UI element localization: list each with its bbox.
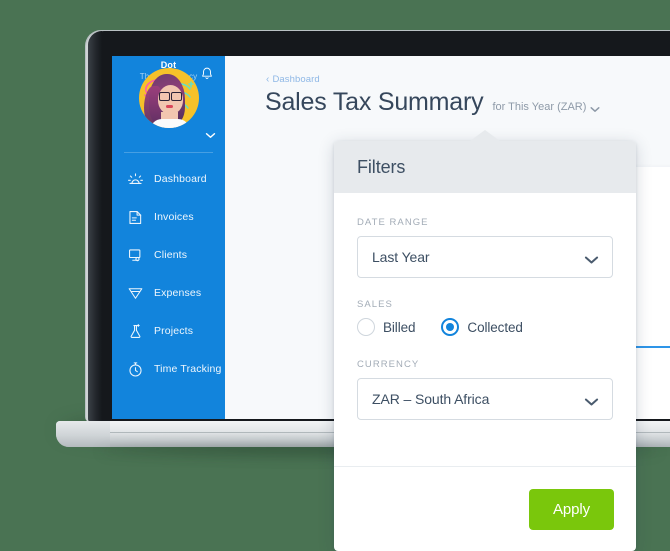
radio-collected-label: Collected <box>467 319 523 335</box>
laptop-lid-edge <box>88 31 102 423</box>
chevron-down-icon[interactable] <box>205 126 216 138</box>
currency-select[interactable]: ZAR – South Africa <box>357 378 613 420</box>
invoice-document-icon <box>126 208 145 227</box>
breadcrumb[interactable]: ‹ Dashboard <box>266 74 320 85</box>
date-range-value: Last Year <box>372 249 430 265</box>
sidebar-divider <box>124 152 213 153</box>
chevron-down-icon <box>590 104 600 112</box>
sidebar-item-clients[interactable]: Clients <box>112 236 225 274</box>
stopwatch-icon <box>126 360 145 379</box>
sidebar-item-time-tracking[interactable]: Time Tracking <box>112 350 225 388</box>
page-title-row: Sales Tax Summary for This Year (ZAR) <box>265 90 600 115</box>
report-period-label: for This Year (ZAR) <box>492 101 587 113</box>
apply-button[interactable]: Apply <box>528 488 614 530</box>
date-range-select[interactable]: Last Year <box>357 236 613 278</box>
filters-footer: Apply <box>334 466 636 551</box>
radio-billed[interactable]: Billed <box>357 318 416 336</box>
sidebar-item-expenses[interactable]: Expenses <box>112 274 225 312</box>
sidebar-item-label: Time Tracking <box>154 363 222 375</box>
screenshot-stage: Dot The Ant Agency Dashboard <box>0 0 670 551</box>
sidebar-nav: Dashboard Invoices Clients Expenses Proj… <box>112 160 225 388</box>
sales-label: SALES <box>357 299 393 310</box>
chevron-down-icon <box>584 252 599 264</box>
dashboard-sun-icon <box>126 170 145 189</box>
chevron-left-icon: ‹ <box>266 73 270 85</box>
avatar[interactable] <box>138 68 199 128</box>
sidebar-item-label: Projects <box>154 325 194 337</box>
date-range-label: DATE RANGE <box>357 217 429 228</box>
filters-popover: Filters DATE RANGE Last Year SALES Bille… <box>334 130 636 551</box>
report-period-selector[interactable]: for This Year (ZAR) <box>492 101 600 115</box>
laptop-base-notch <box>56 421 110 447</box>
currency-value: ZAR – South Africa <box>372 391 490 407</box>
radio-billed-label: Billed <box>383 319 416 335</box>
sidebar-item-projects[interactable]: Projects <box>112 312 225 350</box>
sidebar-item-label: Invoices <box>154 211 194 223</box>
expenses-funnel-icon <box>126 284 145 303</box>
sales-radio-group: Billed Collected <box>357 318 613 336</box>
sidebar-item-label: Expenses <box>154 287 202 299</box>
page-title: Sales Tax Summary <box>265 88 484 116</box>
sidebar-item-invoices[interactable]: Invoices <box>112 198 225 236</box>
filters-body: DATE RANGE Last Year SALES Billed Collec… <box>334 193 636 420</box>
filters-title: Filters <box>357 156 406 177</box>
radio-collected[interactable]: Collected <box>441 318 523 336</box>
popover-arrow <box>470 130 500 141</box>
radio-unchecked-icon <box>357 318 375 336</box>
sidebar-item-dashboard[interactable]: Dashboard <box>112 160 225 198</box>
currency-label: CURRENCY <box>357 359 420 370</box>
radio-checked-icon <box>441 318 460 336</box>
bell-icon[interactable] <box>199 65 215 83</box>
clients-monitor-icon <box>126 246 145 265</box>
filters-header: Filters <box>334 141 636 193</box>
sidebar-item-label: Dashboard <box>154 173 207 185</box>
app-sidebar: Dot The Ant Agency Dashboard <box>112 56 225 419</box>
breadcrumb-label: Dashboard <box>272 74 320 85</box>
projects-flask-icon <box>126 322 145 341</box>
chevron-down-icon <box>584 394 599 406</box>
sidebar-item-label: Clients <box>154 249 188 261</box>
